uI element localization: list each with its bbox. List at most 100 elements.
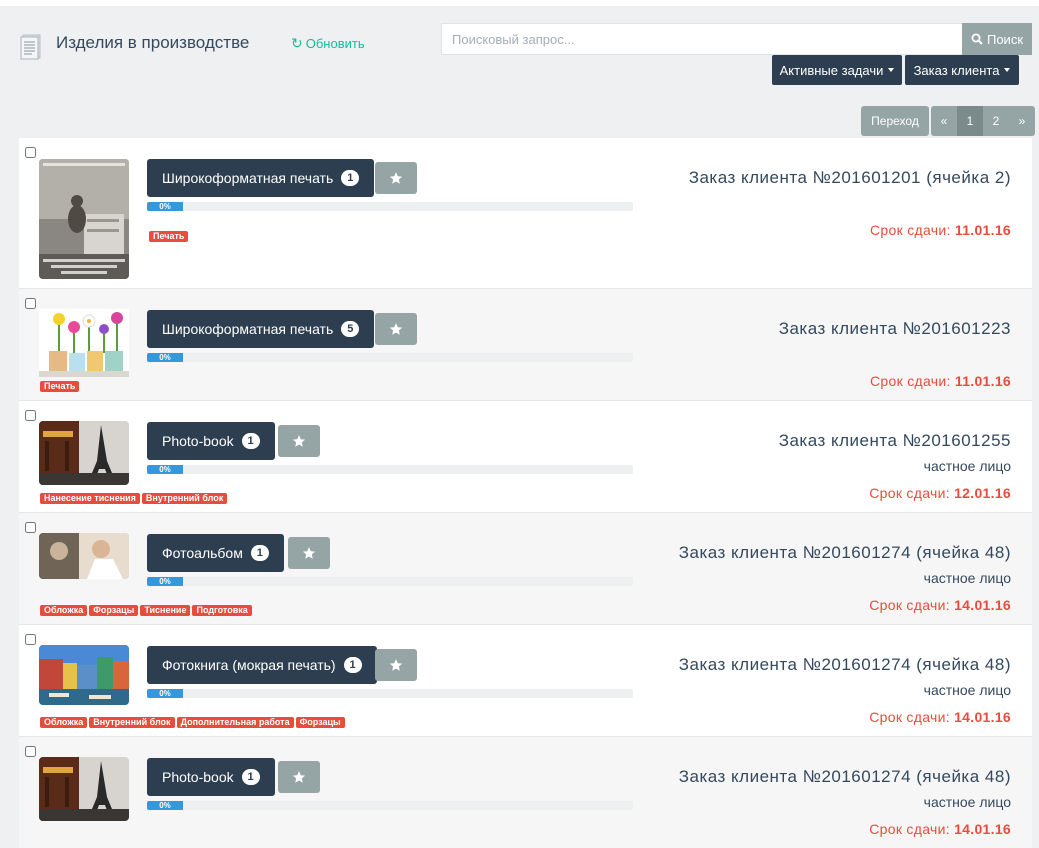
operation-tags: Обложка Форзацы Тиснение Подготовка <box>40 605 252 616</box>
due-value: 11.01.16 <box>954 373 1011 389</box>
due-label: Срок сдачи: <box>869 709 950 725</box>
favorite-button[interactable] <box>375 649 417 681</box>
star-icon <box>389 172 403 184</box>
search-button-label: Поиск <box>986 31 1024 47</box>
operation-tags: Нанесение тиснения Внутренний блок <box>40 493 228 504</box>
order-title[interactable]: Заказ клиента №201601255 <box>779 431 1011 451</box>
tag: Обложка <box>40 717 88 728</box>
row-checkbox[interactable] <box>25 634 36 645</box>
progress-label: 0% <box>159 801 171 810</box>
due-label: Срок сдачи: <box>870 222 951 238</box>
due-label: Срок сдачи: <box>869 485 950 501</box>
count-badge: 1 <box>343 657 362 673</box>
progress-bar: 0% <box>147 689 633 698</box>
progress-bar: 0% <box>147 465 633 474</box>
page-2-button[interactable]: 2 <box>983 106 1009 136</box>
order-title[interactable]: Заказ клиента №201601274 (ячейка 48) <box>679 655 1011 675</box>
product-name: Широкоформатная печать <box>162 321 334 337</box>
count-badge: 1 <box>241 769 260 785</box>
due-label: Срок сдачи: <box>870 373 951 389</box>
favorite-button[interactable] <box>278 425 320 457</box>
page-1-button[interactable]: 1 <box>957 106 983 136</box>
count-badge: 5 <box>341 321 360 337</box>
due-date: Срок сдачи: 11.01.16 <box>870 222 1011 238</box>
client-order-dropdown[interactable]: Заказ клиента <box>905 55 1019 85</box>
product-button[interactable]: Фотоальбом 1 <box>147 534 284 572</box>
list-item: Широкоформатная печать 1 0% Печать Заказ … <box>19 138 1032 288</box>
favorite-button[interactable] <box>375 313 417 345</box>
progress-label: 0% <box>159 465 171 474</box>
progress-label: 0% <box>159 202 171 211</box>
client-order-label: Заказ клиента <box>913 62 1000 78</box>
tag: Тиснение <box>140 605 191 616</box>
count-badge: 1 <box>341 170 360 186</box>
count-badge: 1 <box>250 545 269 561</box>
product-button[interactable]: Photo-book 1 <box>147 758 275 796</box>
due-date: Срок сдачи: 11.01.16 <box>870 373 1011 389</box>
row-checkbox[interactable] <box>25 522 36 533</box>
due-value: 14.01.16 <box>954 821 1011 837</box>
product-name: Photo-book <box>162 769 234 785</box>
products-list: Широкоформатная печать 1 0% Печать Заказ … <box>19 138 1032 848</box>
favorite-button[interactable] <box>288 537 330 569</box>
progress-bar: 0% <box>147 202 633 211</box>
order-title[interactable]: Заказ клиента №201601201 (ячейка 2) <box>689 168 1011 188</box>
canal-photo-thumbnail <box>39 645 129 705</box>
tag: Внутренний блок <box>89 717 175 728</box>
tag: Форзацы <box>295 717 345 728</box>
list-item: Photo-book 1 0% Нанесение тиснения Внутре… <box>19 400 1032 512</box>
star-icon <box>389 659 403 671</box>
active-tasks-label: Активные задачи <box>779 62 884 78</box>
favorite-button[interactable] <box>375 162 417 194</box>
due-value: 14.01.16 <box>954 709 1011 725</box>
tag: Форзацы <box>89 605 139 616</box>
goto-button[interactable]: Переход <box>861 106 929 136</box>
eiffel-photo-thumbnail <box>39 757 129 821</box>
due-value: 12.01.16 <box>954 485 1011 501</box>
star-icon <box>302 547 316 559</box>
flowers-photo-thumbnail <box>39 309 129 377</box>
product-name: Широкоформатная печать <box>162 170 334 186</box>
product-button[interactable]: Широкоформатная печать 5 <box>147 310 375 348</box>
pagination: Переход « 1 2 » <box>861 106 1035 136</box>
due-date: Срок сдачи: 14.01.16 <box>869 821 1011 837</box>
list-item: Photo-book 1 0% Заказ клиента №201601274 … <box>19 736 1032 848</box>
order-title[interactable]: Заказ клиента №201601274 (ячейка 48) <box>679 767 1011 787</box>
tag: Печать <box>40 381 80 392</box>
cat-photo-thumbnail <box>39 159 129 279</box>
document-icon <box>20 34 42 60</box>
tag: Печать <box>149 231 189 242</box>
due-label: Срок сдачи: <box>869 597 950 613</box>
next-page-button[interactable]: » <box>1009 106 1035 136</box>
product-name: Фотоальбом <box>162 545 243 561</box>
product-button[interactable]: Photo-book 1 <box>147 422 275 460</box>
prev-page-button[interactable]: « <box>931 106 957 136</box>
search-input[interactable] <box>441 23 963 55</box>
product-button[interactable]: Фотокнига (мокрая печать) 1 <box>147 646 377 684</box>
list-item: Широкоформатная печать 5 0% Печать Заказ … <box>19 288 1032 400</box>
refresh-label: Обновить <box>305 36 365 51</box>
order-title[interactable]: Заказ клиента №201601223 <box>779 319 1011 339</box>
refresh-link[interactable]: ↻ Обновить <box>291 35 365 52</box>
order-title[interactable]: Заказ клиента №201601274 (ячейка 48) <box>679 543 1011 563</box>
list-item: Фотокнига (мокрая печать) 1 0% Обложка Вн… <box>19 624 1032 736</box>
caret-down-icon <box>1004 68 1011 72</box>
row-checkbox[interactable] <box>25 147 36 158</box>
favorite-button[interactable] <box>278 761 320 793</box>
search-button[interactable]: Поиск <box>962 23 1032 55</box>
row-checkbox[interactable] <box>25 410 36 421</box>
tag: Дополнительная работа <box>176 717 294 728</box>
row-checkbox[interactable] <box>25 746 36 757</box>
client-type: частное лицо <box>923 570 1011 586</box>
tag: Подготовка <box>192 605 252 616</box>
progress-label: 0% <box>159 353 171 362</box>
active-tasks-dropdown[interactable]: Активные задачи <box>772 55 902 85</box>
row-checkbox[interactable] <box>25 298 36 309</box>
star-icon <box>292 771 306 783</box>
product-name: Photo-book <box>162 433 234 449</box>
due-label: Срок сдачи: <box>869 821 950 837</box>
operation-tags: Печать <box>40 381 80 392</box>
caret-down-icon <box>888 68 895 72</box>
product-button[interactable]: Широкоформатная печать 1 <box>147 159 375 197</box>
operation-tags: Обложка Внутренний блок Дополнительная р… <box>40 717 345 728</box>
